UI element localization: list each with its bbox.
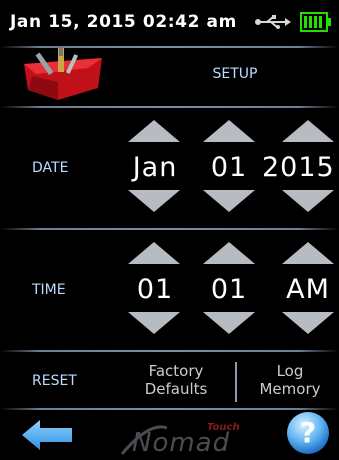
usb-icon [255, 15, 291, 29]
time-minute-value: 01 [210, 274, 248, 305]
day-up-arrow-icon[interactable] [203, 120, 255, 142]
nomad-logo-main: Nomad [132, 428, 231, 458]
hour-down-arrow-icon[interactable] [128, 312, 180, 334]
toolbox-icon [24, 46, 102, 100]
button-divider [235, 362, 237, 402]
ampm-down-arrow-icon[interactable] [282, 312, 334, 334]
year-up-arrow-icon[interactable] [282, 120, 334, 142]
time-ampm-value: AM [286, 274, 330, 305]
factory-defaults-line2: Defaults [144, 380, 208, 398]
day-down-arrow-icon[interactable] [203, 190, 255, 212]
battery-full-icon [300, 12, 331, 32]
date-year-value: 2015 [262, 152, 335, 183]
ampm-up-arrow-icon[interactable] [282, 242, 334, 264]
minute-down-arrow-icon[interactable] [203, 312, 255, 334]
date-label: DATE [32, 160, 69, 176]
page-title: SETUP [212, 66, 258, 82]
separator [0, 350, 339, 352]
month-up-arrow-icon[interactable] [128, 120, 180, 142]
minute-up-arrow-icon[interactable] [203, 242, 255, 264]
separator [0, 228, 339, 230]
help-button[interactable]: ? [285, 410, 331, 456]
separator [0, 106, 339, 108]
nomad-logo: Touch Nomad [112, 420, 242, 458]
factory-defaults-line1: Factory [148, 362, 204, 380]
status-datetime: Jan 15, 2015 02:42 am [10, 12, 237, 32]
month-down-arrow-icon[interactable] [128, 190, 180, 212]
back-arrow-icon[interactable] [22, 420, 74, 450]
help-glyph: ? [299, 416, 317, 449]
time-label: TIME [32, 282, 66, 298]
log-memory-line2: Memory [259, 380, 321, 398]
factory-defaults-button[interactable]: Factory Defaults [128, 362, 224, 402]
date-day-value: 01 [210, 152, 248, 183]
hour-up-arrow-icon[interactable] [128, 242, 180, 264]
log-memory-button[interactable]: Log Memory [245, 362, 335, 402]
log-memory-line1: Log [276, 362, 304, 380]
year-down-arrow-icon[interactable] [282, 190, 334, 212]
status-bar: Jan 15, 2015 02:42 am [0, 0, 339, 46]
reset-label: RESET [32, 373, 77, 389]
